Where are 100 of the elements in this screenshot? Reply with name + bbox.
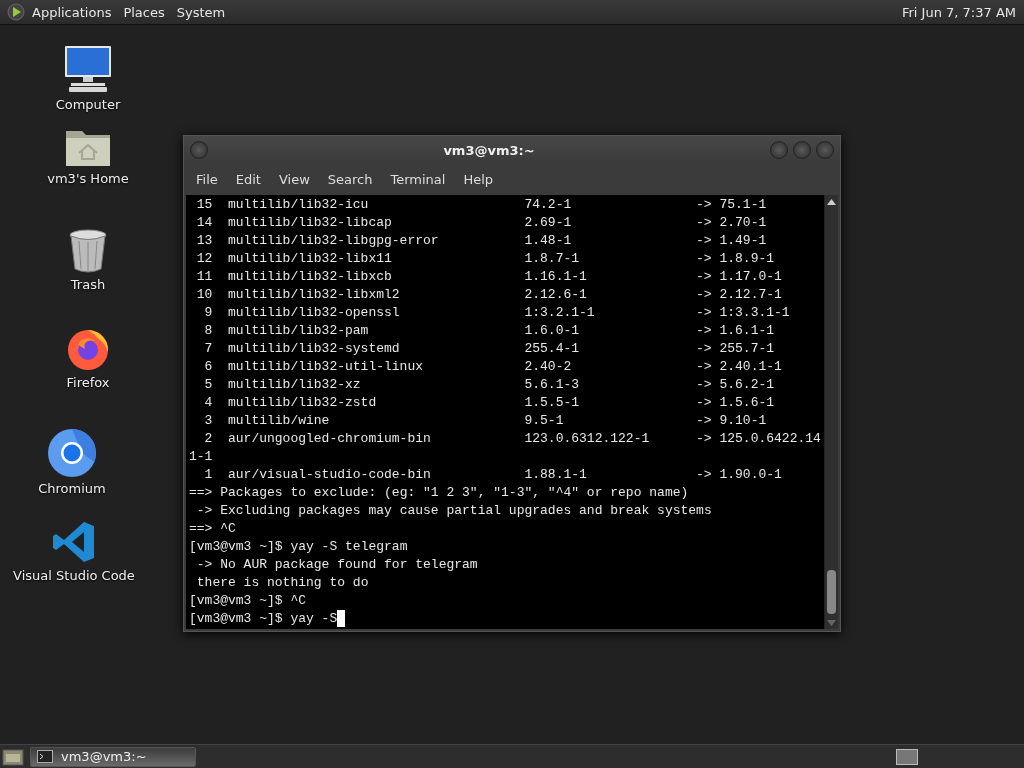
package-number: 3 — [203, 412, 213, 430]
panel-menu[interactable]: System — [170, 4, 232, 20]
old-version: 2.40-2 — [524, 358, 573, 376]
maximize-button[interactable] — [793, 141, 811, 159]
package-number: 12 — [195, 250, 213, 268]
terminal-line: -> No AUR package found for telegram — [195, 556, 478, 574]
package-number: 6 — [203, 358, 213, 376]
menu-item[interactable]: Edit — [227, 172, 269, 187]
desktop-icon-label[interactable]: Chromium — [38, 481, 106, 496]
new-version: -> 1.17.0-1 — [696, 268, 782, 286]
desktop-icon-label[interactable]: Firefox — [66, 375, 110, 390]
package-name: multilib/lib32-libxml2 — [228, 286, 401, 304]
package-name: multilib/lib32-pam — [228, 322, 370, 340]
old-version: 5.6.1-3 — [524, 376, 581, 394]
terminal-line: 1-1 — [189, 448, 213, 466]
package-number: 8 — [203, 322, 213, 340]
old-version: 2.12.6-1 — [524, 286, 588, 304]
new-version: -> 1.5.6-1 — [696, 394, 775, 412]
old-version: 255.4-1 — [524, 340, 581, 358]
menu-item[interactable]: Terminal — [382, 172, 454, 187]
old-version: 123.0.6312.122-1 — [524, 430, 651, 448]
package-number: 2 — [203, 430, 213, 448]
old-version: 1.88.1-1 — [524, 466, 588, 484]
terminal-icon — [37, 750, 53, 763]
package-name: multilib/lib32-util-linux — [228, 358, 425, 376]
panel-menu[interactable]: Applications — [26, 4, 118, 20]
new-version: -> 1.6.1-1 — [696, 322, 775, 340]
package-name: multilib/lib32-systemd — [228, 340, 401, 358]
new-version: -> 1.8.9-1 — [696, 250, 775, 268]
command-prompt: [vm3@vm3 ~]$ yay -S — [189, 610, 338, 628]
window-title: vm3@vm3:~ — [442, 142, 536, 158]
old-version: 1:3.2.1-1 — [524, 304, 596, 322]
panel-menu[interactable]: Places — [117, 4, 171, 20]
menu-item[interactable]: View — [270, 172, 318, 187]
window-menu-button[interactable] — [190, 141, 208, 159]
workspace-switcher[interactable] — [896, 748, 918, 765]
new-version: -> 75.1-1 — [696, 196, 767, 214]
package-name: multilib/wine — [228, 412, 331, 430]
scroll-up-icon[interactable] — [827, 199, 836, 205]
new-version: -> 255.7-1 — [696, 340, 775, 358]
text-cursor — [337, 610, 346, 627]
desktop-icon-label[interactable]: Trash — [70, 277, 106, 292]
new-version: -> 1.90.0-1 — [696, 466, 782, 484]
old-version: 1.5.5-1 — [524, 394, 581, 412]
package-name: multilib/lib32-xz — [228, 376, 362, 394]
package-number: 15 — [195, 196, 213, 214]
package-number: 14 — [195, 214, 213, 232]
code-editor-icon — [52, 520, 96, 564]
old-version: 74.2-1 — [524, 196, 573, 214]
package-number: 7 — [203, 340, 213, 358]
clock[interactable]: Fri Jun 7, 7:37 AM — [901, 4, 1018, 20]
trash-icon — [69, 229, 107, 273]
show-desktop-icon[interactable] — [2, 746, 24, 767]
new-version: -> 2.40.1-1 — [696, 358, 782, 376]
new-version: -> 5.6.2-1 — [696, 376, 775, 394]
terminal-line: [vm3@vm3 ~]$ yay -S telegram — [189, 538, 408, 556]
package-name: multilib/lib32-openssl — [228, 304, 401, 322]
desktop-icon-label[interactable]: Computer — [55, 97, 121, 112]
desktop-icon-label[interactable]: Visual Studio Code — [13, 568, 135, 583]
terminal-line: ==> Packages to exclude: (eg: "1 2 3", "1-3", "^4" or repo name) — [189, 484, 689, 502]
taskbar-button[interactable]: vm3@vm3:~ — [30, 746, 196, 767]
desktop-icon-label[interactable]: vm3's Home — [47, 171, 129, 186]
old-version: 9.5-1 — [524, 412, 565, 430]
old-version: 1.6.0-1 — [524, 322, 581, 340]
package-number: 1 — [203, 466, 213, 484]
scrollbar-thumb[interactable] — [827, 570, 836, 614]
terminal-line: ==> ^C — [189, 520, 236, 538]
minimize-button[interactable] — [770, 141, 788, 159]
menu-item[interactable]: Help — [455, 172, 502, 187]
package-name: multilib/lib32-libxcb — [228, 268, 393, 286]
new-version: -> 1.49-1 — [696, 232, 767, 250]
old-version: 1.48-1 — [524, 232, 573, 250]
package-number: 5 — [203, 376, 213, 394]
new-version: -> 2.70-1 — [696, 214, 767, 232]
package-number: 10 — [195, 286, 213, 304]
menu-item[interactable]: Search — [319, 172, 381, 187]
package-number: 11 — [195, 268, 213, 286]
scrollbar[interactable] — [824, 195, 838, 629]
package-name: multilib/lib32-zstd — [228, 394, 378, 412]
package-name: multilib/lib32-libcap — [228, 214, 393, 232]
chromium-icon — [48, 429, 96, 477]
app-menu-icon[interactable] — [6, 2, 26, 22]
package-number: 4 — [203, 394, 213, 412]
package-number: 13 — [195, 232, 213, 250]
old-version: 1.8.7-1 — [524, 250, 581, 268]
menu-item[interactable]: File — [188, 172, 226, 187]
package-name: multilib/lib32-icu — [228, 196, 370, 214]
package-name: multilib/lib32-libx11 — [228, 250, 393, 268]
terminal-line: there is nothing to do — [195, 574, 369, 592]
old-version: 1.16.1-1 — [524, 268, 588, 286]
package-name: multilib/lib32-libgpg-error — [228, 232, 440, 250]
close-button[interactable] — [816, 141, 834, 159]
terminal-line: [vm3@vm3 ~]$ ^C — [189, 592, 307, 610]
package-name: aur/ungoogled-chromium-bin — [228, 430, 432, 448]
terminal-line: -> Excluding packages may cause partial upgrades and break systems — [195, 502, 712, 520]
old-version: 2.69-1 — [524, 214, 573, 232]
new-version: -> 9.10-1 — [696, 412, 767, 430]
scroll-down-icon[interactable] — [827, 620, 836, 626]
new-version: -> 2.12.7-1 — [696, 286, 782, 304]
package-number: 9 — [203, 304, 213, 322]
